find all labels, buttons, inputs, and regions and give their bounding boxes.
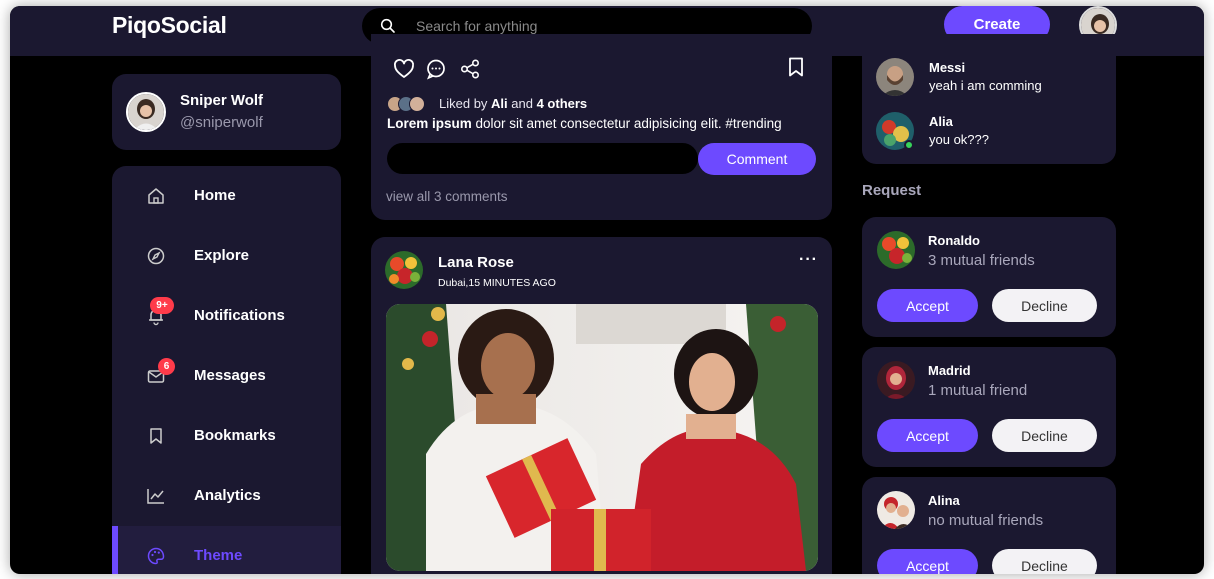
post-author[interactable]: Lana Rose (438, 254, 514, 271)
post-caption: Lorem ipsum dolor sit amet consectetur a… (387, 116, 827, 131)
search-input[interactable] (416, 16, 786, 36)
profile-card[interactable]: Sniper Wolf @sniperwolf (112, 74, 341, 150)
comment-icon[interactable] (425, 58, 447, 80)
accept-button[interactable]: Accept (877, 549, 978, 574)
liked-others[interactable]: 4 others (537, 96, 588, 111)
request-avatar[interactable] (877, 491, 915, 529)
sidebar: Home Explore 9+ Notifications 6 Messages… (112, 166, 341, 574)
more-options-icon[interactable]: ··· (799, 251, 818, 269)
share-icon[interactable] (459, 58, 481, 80)
profile-name: Sniper Wolf (180, 92, 264, 109)
sidebar-item-bookmarks[interactable]: Bookmarks (112, 406, 341, 466)
online-indicator (904, 140, 914, 150)
request-card: Alina no mutual friends Accept Decline (862, 477, 1116, 574)
profile-handle: @sniperwolf (180, 114, 263, 131)
accept-button[interactable]: Accept (877, 289, 978, 322)
sidebar-item-label: Notifications (194, 307, 285, 324)
request-name[interactable]: Ronaldo (928, 233, 980, 248)
caption-text: dolor sit amet consectetur adipisicing e… (471, 116, 782, 131)
messages-badge: 6 (158, 358, 175, 375)
message-item[interactable]: Messi yeah i am comming (876, 58, 1106, 98)
feed-post: Liked by Ali and 4 others Lorem ipsum do… (371, 34, 832, 220)
messages-card: Messi yeah i am comming Alia you ok??? (862, 34, 1116, 164)
decline-button[interactable]: Decline (992, 419, 1097, 452)
sidebar-item-theme[interactable]: Theme (112, 526, 341, 574)
sidebar-item-label: Theme (194, 547, 243, 564)
sidebar-item-analytics[interactable]: Analytics (112, 466, 341, 526)
request-name[interactable]: Alina (928, 493, 960, 508)
author-avatar[interactable] (385, 251, 423, 289)
sidebar-item-label: Analytics (194, 487, 261, 504)
chart-icon (147, 489, 164, 504)
request-avatar[interactable] (877, 361, 915, 399)
liked-prefix: Liked by (439, 96, 492, 111)
mutual-friends: no mutual friends (928, 512, 1044, 529)
request-name[interactable]: Madrid (928, 363, 971, 378)
feed-post: Lana Rose Dubai,15 MINUTES AGO ··· (371, 237, 832, 574)
message-sender: Alia (929, 114, 953, 129)
decline-button[interactable]: Decline (992, 289, 1097, 322)
mutual-friends: 3 mutual friends (928, 252, 1035, 269)
sidebar-item-home[interactable]: Home (112, 166, 341, 226)
mutual-friends: 1 mutual friend (928, 382, 1028, 399)
sidebar-item-label: Explore (194, 247, 250, 264)
request-card: Madrid 1 mutual friend Accept Decline (862, 347, 1116, 467)
decline-button[interactable]: Decline (992, 549, 1097, 574)
comment-input[interactable] (387, 143, 698, 174)
sidebar-item-label: Bookmarks (194, 427, 276, 444)
bookmark-icon[interactable] (785, 56, 807, 78)
profile-avatar (126, 92, 166, 132)
message-text: yeah i am comming (929, 78, 1042, 93)
heart-icon[interactable] (393, 58, 415, 80)
sidebar-item-notifications[interactable]: 9+ Notifications (112, 286, 341, 346)
caption-user[interactable]: Lorem ipsum (387, 116, 472, 131)
palette-icon (147, 547, 165, 565)
sidebar-item-messages[interactable]: 6 Messages (112, 346, 341, 406)
app-logo[interactable]: PiqoSocial (112, 12, 227, 39)
post-image[interactable] (386, 304, 818, 571)
sidebar-item-explore[interactable]: Explore (112, 226, 341, 286)
view-all-comments-link[interactable]: view all 3 comments (386, 189, 508, 204)
search-icon (380, 18, 395, 33)
bookmark-icon (150, 428, 162, 444)
message-item[interactable]: Alia you ok??? (876, 112, 1106, 152)
sidebar-item-label: Messages (194, 367, 266, 384)
request-card: Ronaldo 3 mutual friends Accept Decline (862, 217, 1116, 337)
app-window: PiqoSocial Create Sniper Wolf @sniperwol… (10, 6, 1204, 574)
sidebar-item-label: Home (194, 187, 236, 204)
notification-badge: 9+ (150, 297, 174, 314)
home-icon (148, 188, 164, 204)
liked-by-text: Liked by Ali and 4 others (439, 96, 587, 111)
post-meta: Dubai,15 MINUTES AGO (438, 277, 556, 289)
request-avatar[interactable] (877, 231, 915, 269)
message-avatar (876, 58, 914, 96)
compass-icon (147, 247, 165, 265)
comment-button[interactable]: Comment (698, 143, 816, 175)
requests-heading: Request (862, 182, 922, 199)
liked-avatars (387, 96, 431, 112)
liked-mid: and (507, 96, 537, 111)
liked-user[interactable]: Ali (491, 96, 508, 111)
message-sender: Messi (929, 60, 966, 75)
liker-avatar (409, 96, 425, 112)
message-text: you ok??? (929, 132, 989, 147)
accept-button[interactable]: Accept (877, 419, 978, 452)
